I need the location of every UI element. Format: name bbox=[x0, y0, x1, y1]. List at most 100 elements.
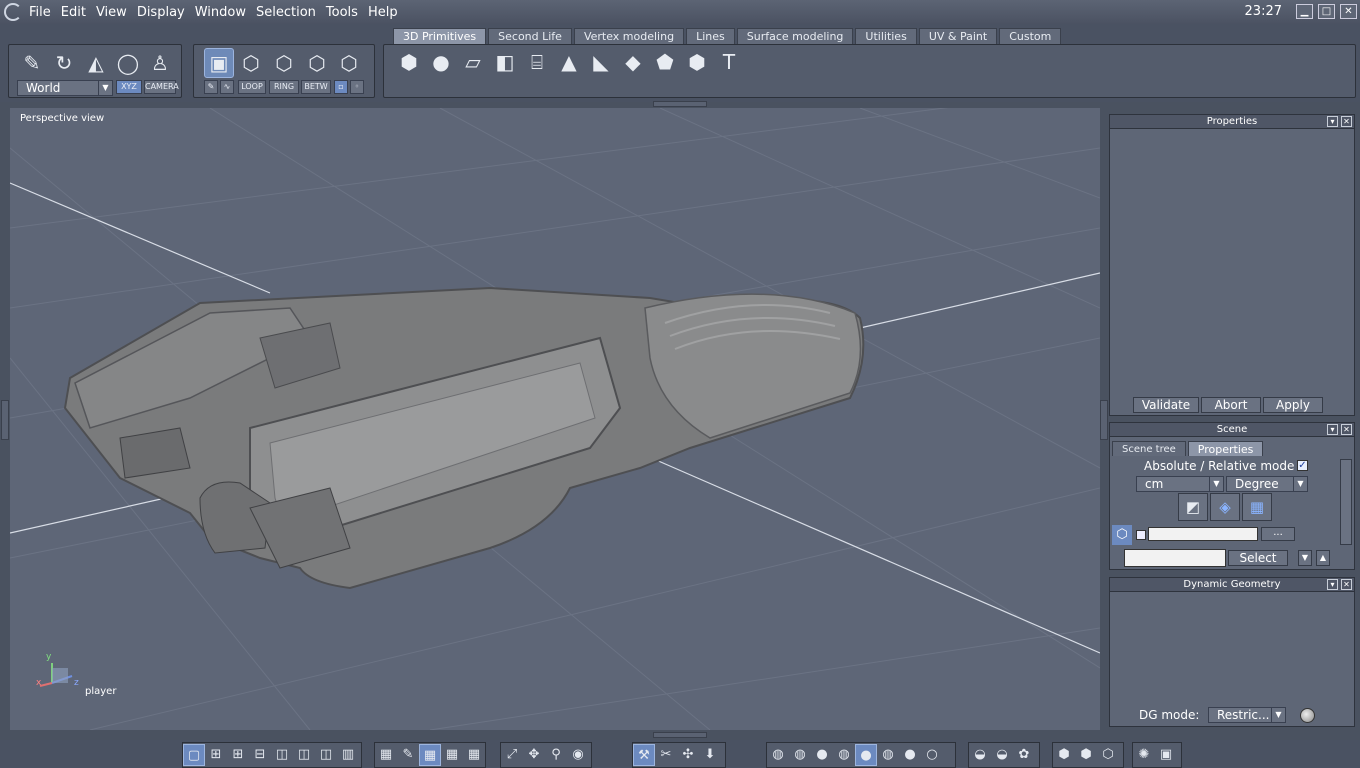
cube-primitive-icon[interactable]: ⬢ bbox=[394, 47, 424, 77]
betw-button[interactable]: BETW bbox=[301, 80, 331, 94]
toolbar-collapse-handle[interactable] bbox=[653, 101, 707, 107]
uv-grid-icon[interactable]: ▦ bbox=[463, 744, 485, 766]
right-panel-toggle[interactable] bbox=[1100, 400, 1108, 440]
coordinate-system-select[interactable]: World ▼ bbox=[17, 80, 113, 96]
tab-3d-primitives[interactable]: 3D Primitives bbox=[393, 28, 487, 44]
plane-primitive-icon[interactable]: ▱ bbox=[458, 47, 488, 77]
perspective-viewport[interactable]: Perspective view x y z player bbox=[10, 108, 1100, 730]
object-visible-checkbox[interactable] bbox=[1136, 530, 1146, 540]
loop-button[interactable]: LOOP bbox=[238, 80, 266, 94]
face-select-icon[interactable]: ⬡ bbox=[236, 48, 266, 78]
select-down-icon[interactable]: ▼ bbox=[1298, 550, 1312, 566]
abort-button[interactable]: Abort bbox=[1201, 397, 1261, 413]
xyz-button[interactable]: XYZ bbox=[116, 80, 142, 94]
smooth-shaded-icon[interactable]: ● bbox=[855, 744, 877, 766]
validate-button[interactable]: Validate bbox=[1133, 397, 1199, 413]
browse-button[interactable]: ... bbox=[1261, 527, 1295, 541]
layout-split-v-icon[interactable]: ◫ bbox=[271, 744, 293, 766]
menu-help[interactable]: Help bbox=[367, 5, 399, 20]
layout-split-h-icon[interactable]: ⊟ bbox=[249, 744, 271, 766]
spaceship-model[interactable] bbox=[63, 286, 865, 590]
panel-close-icon[interactable]: ✕ bbox=[1341, 579, 1352, 590]
light-2-icon[interactable]: ◒ bbox=[991, 744, 1013, 766]
unit-select[interactable]: cm ▼ bbox=[1136, 476, 1224, 492]
dodecahedron-primitive-icon[interactable]: ⬟ bbox=[650, 47, 680, 77]
menu-tools[interactable]: Tools bbox=[325, 5, 359, 20]
checker-icon[interactable]: ▦ bbox=[419, 744, 441, 766]
close-button[interactable]: ✕ bbox=[1340, 4, 1357, 19]
vertex-select-icon[interactable]: ⬡ bbox=[302, 48, 332, 78]
pan-icon[interactable]: ✥ bbox=[523, 744, 545, 766]
menu-file[interactable]: File bbox=[28, 5, 52, 20]
half-cube-primitive-icon[interactable]: ◧ bbox=[490, 47, 520, 77]
menu-edit[interactable]: Edit bbox=[60, 5, 87, 20]
tab-uv-paint[interactable]: UV & Paint bbox=[918, 28, 998, 44]
layout-three-icon[interactable]: ⊞ bbox=[227, 744, 249, 766]
panel-close-icon[interactable]: ✕ bbox=[1341, 424, 1352, 435]
light-3-icon[interactable]: ✿ bbox=[1013, 744, 1035, 766]
pyramid-primitive-icon[interactable]: ◣ bbox=[586, 47, 616, 77]
tab-custom[interactable]: Custom bbox=[999, 28, 1062, 44]
flat-shaded-icon[interactable]: ● bbox=[811, 744, 833, 766]
dg-status-icon[interactable] bbox=[1300, 708, 1315, 723]
cylinder-primitive-icon[interactable]: ⌸ bbox=[522, 47, 552, 77]
tab-scene-tree[interactable]: Scene tree bbox=[1112, 441, 1186, 456]
zoom-icon[interactable]: ⚲ bbox=[545, 744, 567, 766]
gizmo-icon[interactable]: ⚒ bbox=[633, 744, 655, 766]
octahedron-primitive-icon[interactable]: ◆ bbox=[618, 47, 648, 77]
panel-menu-icon[interactable]: ▾ bbox=[1327, 579, 1338, 590]
cone-primitive-icon[interactable]: ▲ bbox=[554, 47, 584, 77]
move-tool-icon[interactable]: ✎ bbox=[17, 48, 47, 78]
scene-scrollbar[interactable] bbox=[1340, 459, 1352, 545]
xray-box-icon[interactable]: ⬡ bbox=[1097, 744, 1119, 766]
layout-triple-icon[interactable]: ▥ bbox=[337, 744, 359, 766]
dg-mode-select[interactable]: Restric... ▼ bbox=[1208, 707, 1286, 723]
maximize-button[interactable]: □ bbox=[1318, 4, 1335, 19]
menu-view[interactable]: View bbox=[95, 5, 128, 20]
color-grid-icon[interactable]: ▦ bbox=[441, 744, 463, 766]
panel-menu-icon[interactable]: ▾ bbox=[1327, 424, 1338, 435]
sphere-primitive-icon[interactable]: ● bbox=[426, 47, 456, 77]
scale-tool-icon[interactable]: ◭ bbox=[81, 48, 111, 78]
layout-side-icon[interactable]: ◫ bbox=[293, 744, 315, 766]
select-button[interactable]: Select bbox=[1228, 550, 1288, 566]
tab-second-life[interactable]: Second Life bbox=[488, 28, 572, 44]
eye-icon[interactable]: ◉ bbox=[567, 744, 589, 766]
left-panel-toggle[interactable] bbox=[1, 400, 9, 440]
wireframe-icon[interactable]: ◍ bbox=[767, 744, 789, 766]
absolute-relative-checkbox[interactable]: ✓ bbox=[1297, 460, 1308, 471]
tab-utilities[interactable]: Utilities bbox=[855, 28, 917, 44]
layout-columns-icon[interactable]: ◫ bbox=[315, 744, 337, 766]
smooth-select-icon[interactable]: ⬡ bbox=[334, 48, 364, 78]
rotate-tool-icon[interactable]: ↻ bbox=[49, 48, 79, 78]
paint-icon[interactable]: ✎ bbox=[397, 744, 419, 766]
box-icon[interactable]: ⬢ bbox=[1053, 744, 1075, 766]
apply-button[interactable]: Apply bbox=[1263, 397, 1323, 413]
tab-scene-properties[interactable]: Properties bbox=[1187, 441, 1264, 456]
object-name-input[interactable] bbox=[1148, 527, 1258, 541]
tab-lines[interactable]: Lines bbox=[686, 28, 735, 44]
render-preview-icon[interactable]: ○ bbox=[921, 744, 943, 766]
camera-snapshot-icon[interactable]: ▣ bbox=[1155, 744, 1177, 766]
rect-select-icon[interactable]: ▫ bbox=[334, 80, 348, 94]
object-select-icon[interactable]: ▣ bbox=[204, 48, 234, 78]
wire-sphere-icon[interactable]: ◍ bbox=[789, 744, 811, 766]
tab-vertex-modeling[interactable]: Vertex modeling bbox=[573, 28, 685, 44]
panel-close-icon[interactable]: ✕ bbox=[1341, 116, 1352, 127]
edge-select-icon[interactable]: ⬡ bbox=[269, 48, 299, 78]
ring-button[interactable]: RING bbox=[269, 80, 299, 94]
lock-tool-icon[interactable]: ♙ bbox=[145, 48, 175, 78]
layout-quad-icon[interactable]: ⊞ bbox=[205, 744, 227, 766]
bottombar-collapse-handle[interactable] bbox=[653, 732, 707, 738]
selection-filter-input[interactable] bbox=[1124, 549, 1226, 567]
tools-icon[interactable]: ✂ bbox=[655, 744, 677, 766]
zoom-extents-icon[interactable]: ⤢ bbox=[501, 744, 523, 766]
menu-selection[interactable]: Selection bbox=[255, 5, 317, 20]
camera-button[interactable]: CAMERA bbox=[144, 80, 179, 94]
layout-single-icon[interactable]: ▢ bbox=[183, 744, 205, 766]
circle-select-icon[interactable]: ◦ bbox=[350, 80, 364, 94]
universal-tool-icon[interactable]: ◯ bbox=[113, 48, 143, 78]
render-icon[interactable]: ✺ bbox=[1133, 744, 1155, 766]
geosphere-primitive-icon[interactable]: ⬢ bbox=[682, 47, 712, 77]
lasso-select-icon[interactable]: ∿ bbox=[220, 80, 234, 94]
